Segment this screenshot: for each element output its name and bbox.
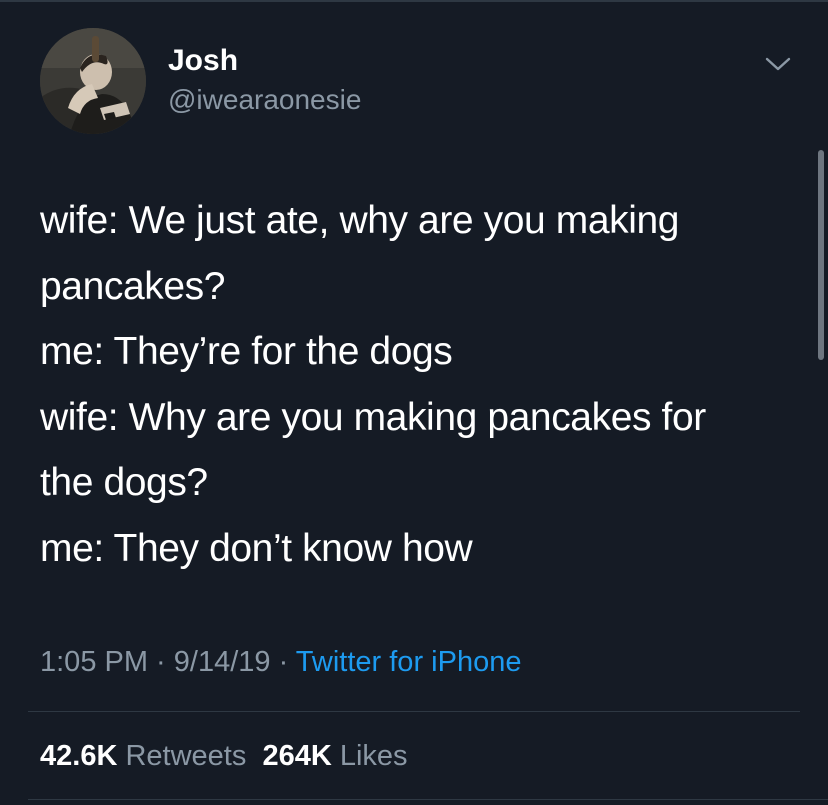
tweet-line: wife: Why are you making pancakes for — [40, 395, 706, 439]
retweets-count: 42.6K — [40, 740, 118, 772]
profile-photo-icon — [40, 28, 146, 134]
scrollbar[interactable] — [818, 150, 824, 360]
tweet-date[interactable]: 9/14/19 — [174, 646, 271, 678]
engagement-stats: 42.6K Retweets 264K Likes — [40, 738, 408, 774]
bottom-divider — [28, 799, 828, 800]
stats-divider — [28, 711, 800, 712]
chevron-down-icon[interactable] — [764, 54, 792, 74]
tweet-line: me: They’re for the dogs — [40, 330, 453, 373]
likes-stat[interactable]: 264K Likes — [262, 740, 407, 772]
tweet-line: pancakes? — [40, 264, 226, 308]
likes-count: 264K — [262, 740, 332, 772]
likes-label: Likes — [339, 740, 408, 772]
tweet-line: wife: We just ate, why are you making — [40, 199, 680, 242]
tweet-line: the dogs? — [40, 461, 208, 504]
retweets-stat[interactable]: 42.6K Retweets — [40, 740, 246, 772]
display-name[interactable]: Josh — [168, 44, 238, 78]
top-divider — [0, 0, 828, 2]
meta-separator: · — [148, 646, 174, 678]
tweet-time[interactable]: 1:05 PM — [40, 646, 148, 678]
retweets-label: Retweets — [125, 740, 247, 772]
tweet-meta: 1:05 PM · 9/14/19 · Twitter for iPhone — [40, 644, 521, 680]
tweet-source-link[interactable]: Twitter for iPhone — [296, 646, 522, 678]
avatar[interactable] — [40, 28, 146, 134]
tweet-line: me: They don’t know how — [40, 526, 473, 570]
meta-separator: · — [270, 646, 296, 678]
tweet-text: wife: We just ate, why are you making pa… — [40, 188, 800, 581]
user-handle[interactable]: @iwearaonesie — [168, 84, 361, 116]
